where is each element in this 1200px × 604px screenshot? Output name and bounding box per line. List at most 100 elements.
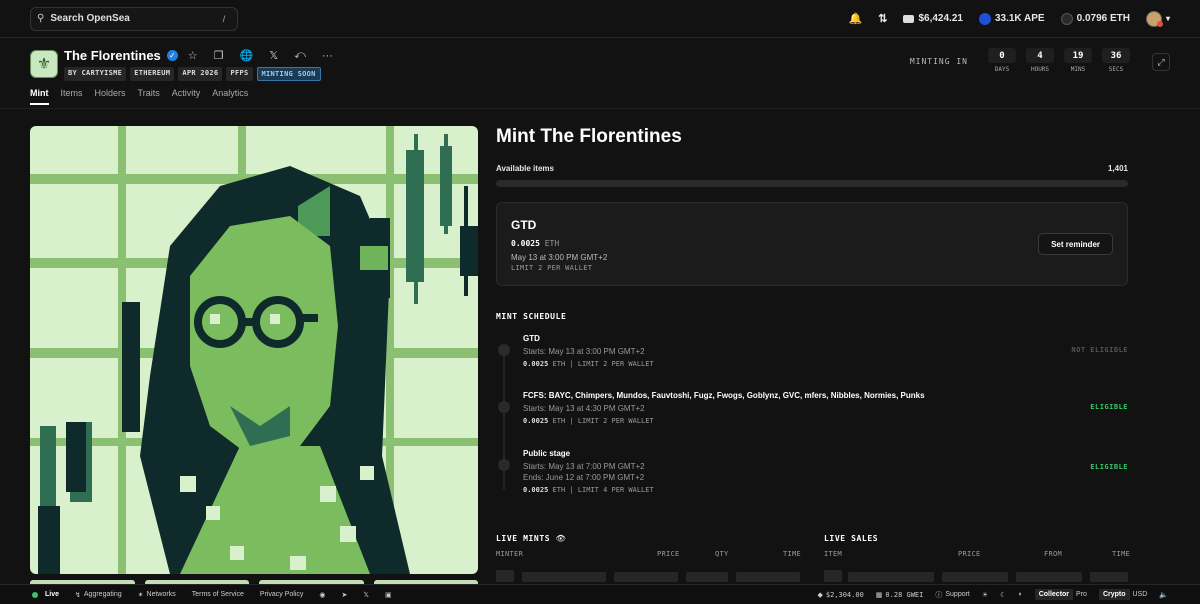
live-mints-title: LIVE MINTS 👁 [496,534,567,543]
ape-balance[interactable]: 33.1K APE [978,12,1045,25]
mint-progress-bar [496,180,1128,187]
globe-icon[interactable]: 🌐 [240,49,254,62]
bell-icon[interactable]: 🔔 [849,12,863,25]
countdown-hours: 4 HOURS [1026,48,1054,74]
bolt-icon: ↯ [75,591,81,599]
countdown-mins: 19 MINS [1064,48,1092,74]
active-stage-price: 0.0025 ETH [511,239,560,248]
aggregating-status[interactable]: ↯ Aggregating [75,591,122,599]
mode-toggle[interactable]: Collector Pro [1034,589,1087,600]
stage-dot [498,401,510,413]
avatar [1145,10,1163,27]
mint-countdown: MINTING IN 0 DAYS 4 HOURS 19 MINS 36 SECS [910,48,1130,74]
account-menu[interactable]: ▾ [1145,10,1170,27]
loading-placeholder [1016,572,1082,582]
eth-coin-icon [1060,12,1073,25]
discord-icon[interactable]: ◉ [319,591,325,599]
creator-badge[interactable]: BY CARTYISME [64,67,127,81]
loading-placeholder [848,572,934,582]
live-sales-title: LIVE SALES [824,534,879,543]
collection-title: The Florentines [64,48,161,63]
gas-price: ▦ 0.28 GWEI [875,590,924,599]
contrast-icon[interactable]: ◐ [1018,591,1022,598]
collection-header: ⚜ The Florentines ✓ ☆ ❐ 🌐 𝕏 ⤺ ··· BY CAR… [30,48,1170,84]
networks-link[interactable]: ✶ Networks [138,591,176,599]
gas-icon: ▦ [875,591,883,599]
tab-mint[interactable]: Mint [30,88,49,105]
date-badge: APR 2026 [178,67,223,81]
more-icon[interactable]: ··· [322,50,333,62]
chevron-down-icon: ▾ [1165,14,1170,23]
search-icon: ⚲ [37,13,45,24]
privacy-link[interactable]: Privacy Policy [260,591,304,598]
share-icon[interactable]: ⤺ [294,49,306,62]
loading-placeholder [824,570,842,582]
category-badge: PFPS [226,67,253,81]
collection-tabs: Mint Items Holders Traits Activity Analy… [30,88,248,105]
top-navbar: ⚲ Search OpenSea / 🔔 ⇅ $6,424.21 33.1K A… [0,0,1200,38]
live-status: Live [32,591,59,598]
loading-placeholder [942,572,1008,582]
loading-placeholder [686,572,728,582]
loading-placeholder [522,572,606,582]
tab-activity[interactable]: Activity [172,88,201,105]
chain-badge: ETHEREUM [130,67,175,81]
mint-title: Mint The Florentines [496,126,682,147]
moon-icon[interactable]: ☾ [1000,591,1006,599]
star-icon[interactable]: ☆ [188,49,198,62]
tab-holders[interactable]: Holders [95,88,126,105]
help-icon: ⓘ [935,591,943,599]
active-stage-limit: LIMIT 2 PER WALLET [511,264,593,272]
countdown-secs: 36 SECS [1102,48,1130,74]
sun-icon[interactable]: ☀ [982,591,988,599]
stage-status: ELIGIBLE [1090,403,1128,411]
mint-schedule-title: MINT SCHEDULE [496,312,567,321]
eth-price: ◆ $2,304.00 [817,590,864,599]
status-badge: MINTING SOON [256,67,321,81]
loading-placeholder [1090,572,1128,582]
mint-panel: Mint The Florentines Available items 1,4… [496,126,1130,582]
active-stage-card: GTD 0.0025 ETH May 13 at 3:00 PM GMT+2 L… [496,202,1128,286]
status-footer: Live ↯ Aggregating ✶ Networks Terms of Ser… [0,584,1200,604]
eth-icon: ◆ [817,591,823,599]
available-count: 1,401 [1107,164,1128,173]
terms-link[interactable]: Terms of Service [192,591,244,598]
collection-logo: ⚜ [30,50,58,78]
countdown-days: 0 DAYS [988,48,1016,74]
stage-status: ELIGIBLE [1090,463,1128,471]
telegram-icon[interactable]: ➤ [342,591,348,599]
stage-status: NOT ELIGIBLE [1071,346,1128,354]
search-input[interactable]: ⚲ Search OpenSea / [30,6,238,31]
collection-badges: BY CARTYISME ETHEREUM APR 2026 PFPS MINT… [64,67,321,81]
wallet-icon [903,14,915,23]
currency-toggle[interactable]: Crypto USD [1098,589,1147,600]
x-icon[interactable]: 𝕏 [269,49,278,62]
volume-icon[interactable]: 🔈 [1159,591,1168,599]
tab-traits[interactable]: Traits [138,88,160,105]
network-icon: ✶ [137,591,144,599]
instagram-icon[interactable]: ▣ [385,591,392,599]
search-shortcut: / [222,13,226,24]
header-divider [0,108,1200,109]
stage-dot [498,344,510,356]
active-stage-name: GTD [511,218,537,232]
available-items: Available items 1,401 [496,164,1128,173]
artwork-image [30,126,478,574]
set-reminder-button[interactable]: Set reminder [1038,233,1113,255]
swap-icon[interactable]: ⇅ [878,12,887,25]
x-icon[interactable]: 𝕏 [363,591,369,599]
stage-dot [498,459,510,471]
eth-balance[interactable]: 0.0796 ETH [1060,12,1130,25]
expand-icon[interactable]: ⤢ [1152,53,1170,71]
copy-icon[interactable]: ❐ [214,49,224,62]
collection-artwork [30,126,478,574]
wallet-balance[interactable]: $6,424.21 [903,13,963,24]
loading-placeholder [736,572,800,582]
support-link[interactable]: ⓘ Support [935,590,970,600]
tab-analytics[interactable]: Analytics [212,88,248,105]
minting-in-label: MINTING IN [909,56,968,66]
active-stage-start: May 13 at 3:00 PM GMT+2 [511,253,608,262]
tab-items[interactable]: Items [61,88,83,105]
loading-placeholder [496,570,514,582]
search-placeholder: Search OpenSea [50,13,130,24]
